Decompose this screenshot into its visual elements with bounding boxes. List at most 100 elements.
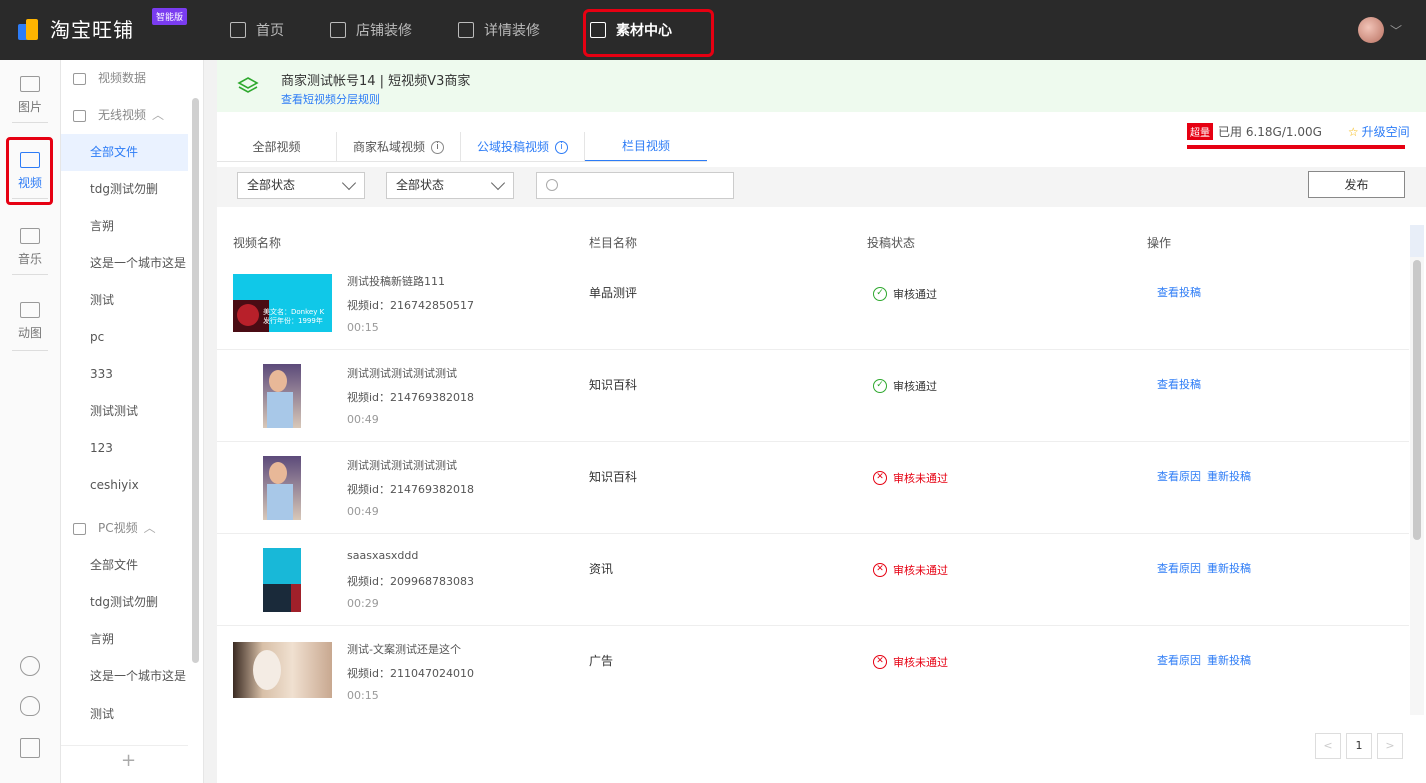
support-icon[interactable]: [20, 696, 40, 716]
check-circle-icon: ✓: [873, 379, 887, 393]
video-title: 测试测试测试测试测试: [347, 367, 457, 380]
storage-usage: 超量 已用 6.18G/1.00G ☆ 升级空间: [1187, 123, 1410, 140]
video-thumbnail[interactable]: [233, 642, 332, 698]
video-duration: 00:49: [347, 413, 379, 426]
video-id: 视频id：216742850517: [347, 299, 475, 312]
tree-item[interactable]: 测试: [61, 696, 188, 733]
info-icon[interactable]: i: [431, 140, 444, 154]
video-thumbnail[interactable]: [263, 364, 301, 428]
tree-item[interactable]: 全部文件: [61, 547, 188, 584]
view-reason-link[interactable]: 查看原因: [1157, 470, 1201, 483]
rail-item-music[interactable]: 音乐: [0, 228, 60, 267]
rail-item-gif[interactable]: 动图: [0, 302, 60, 341]
tree-item[interactable]: ceshiyix: [61, 467, 188, 504]
tree-item[interactable]: 这是一个城市这是: [61, 658, 188, 695]
tree-item[interactable]: pc: [61, 319, 188, 356]
chevron-down-icon[interactable]: ﹀: [1390, 22, 1402, 39]
table-row[interactable]: 测试测试测试测试测试 视频id：214769382018 00:49 知识百科 …: [217, 442, 1409, 534]
divider: [217, 161, 707, 162]
tree-item[interactable]: 123: [61, 430, 188, 467]
view-reason-link[interactable]: 查看原因: [1157, 562, 1201, 575]
tree-item[interactable]: 测试测试: [61, 393, 188, 430]
tree-group-pc[interactable]: PC视频 ︿: [61, 510, 188, 547]
resubmit-link[interactable]: 重新投稿: [1207, 654, 1251, 667]
tree-scrollbar[interactable]: [192, 98, 199, 663]
avatar[interactable]: [1358, 17, 1384, 43]
scrollbar-up[interactable]: [1410, 225, 1424, 257]
tab-label: 全部视频: [252, 140, 301, 154]
header-column-name: 栏目名称: [589, 236, 638, 250]
video-thumbnail[interactable]: [263, 456, 301, 520]
video-duration: 00:15: [347, 321, 379, 334]
rail-highlight-box: [6, 137, 53, 205]
tree-video-data[interactable]: 视频数据: [61, 60, 188, 97]
tab-column-videos[interactable]: 栏目视频: [585, 132, 707, 162]
tree-item[interactable]: 测试: [61, 282, 188, 319]
view-reason-link[interactable]: 查看原因: [1157, 654, 1201, 667]
page-button-current[interactable]: 1: [1346, 733, 1372, 759]
tree-item[interactable]: 言朔: [61, 208, 188, 245]
view-submission-link[interactable]: 查看投稿: [1157, 286, 1201, 299]
status-select-value: 全部状态: [247, 178, 296, 192]
info-icon[interactable]: i: [555, 140, 568, 154]
nav-shop-decoration[interactable]: 店铺装修: [330, 0, 412, 60]
status-text: 审核通过: [893, 288, 937, 301]
tab-public-videos[interactable]: 公域投稿视频 i: [461, 132, 585, 162]
tab-private-videos[interactable]: 商家私域视频 i: [337, 132, 461, 162]
x-circle-icon: ✕: [873, 471, 887, 485]
help-icon[interactable]: [20, 656, 40, 676]
upgrade-storage-link[interactable]: ☆ 升级空间: [1348, 123, 1410, 140]
header-submission-status: 投稿状态: [867, 236, 916, 250]
nav-shop-label: 店铺装修: [356, 23, 412, 39]
account-title: 商家测试帐号14 | 短视频V3商家: [281, 74, 471, 89]
tree-item[interactable]: 言朔: [61, 621, 188, 658]
tree-item[interactable]: 333: [61, 356, 188, 393]
tier-rules-link[interactable]: 查看短视频分层规则: [281, 91, 380, 107]
table-row[interactable]: 测试测试测试测试测试 视频id：214769382018 00:49 知识百科 …: [217, 350, 1409, 442]
status-badge: ✕ 审核未通过: [873, 470, 948, 486]
image-icon: [20, 76, 40, 92]
tree-item[interactable]: tdg测试勿删: [61, 584, 188, 621]
nav-detail-decoration[interactable]: 详情装修: [458, 0, 540, 60]
home-icon: [230, 22, 246, 38]
x-circle-icon: ✕: [873, 563, 887, 577]
chevron-up-icon: ︿: [152, 108, 165, 122]
status-select-1[interactable]: 全部状态: [237, 172, 365, 199]
resubmit-link[interactable]: 重新投稿: [1207, 470, 1251, 483]
video-id: 视频id：214769382018: [347, 391, 475, 404]
video-thumbnail[interactable]: [263, 548, 301, 612]
tab-all-videos[interactable]: 全部视频: [217, 132, 337, 162]
tree-item[interactable]: tdg测试勿删: [61, 171, 188, 208]
tree-item[interactable]: 全部文件: [61, 134, 188, 171]
row-actions: 查看投稿: [1157, 284, 1207, 300]
resubmit-link[interactable]: 重新投稿: [1207, 562, 1251, 575]
table-row[interactable]: 测试-文案测试还是这个 视频id：211047024010 00:15 广告 ✕…: [217, 626, 1409, 718]
video-thumbnail[interactable]: 美文名：Donkey K 发行年份：1999年: [233, 274, 332, 332]
tree-item[interactable]: 这是一个城市这是: [61, 245, 188, 282]
divider: [61, 745, 188, 746]
add-folder-button[interactable]: +: [121, 750, 136, 771]
search-icon: [546, 179, 558, 191]
divider: [12, 274, 48, 275]
nav-home-label: 首页: [256, 23, 284, 39]
view-submission-link[interactable]: 查看投稿: [1157, 378, 1201, 391]
logo[interactable]: 淘宝旺铺 智能版: [16, 8, 188, 43]
prev-page-button[interactable]: <: [1315, 733, 1341, 759]
table-row[interactable]: 美文名：Donkey K 发行年份：1999年 测试投稿新链路111 视频id：…: [217, 258, 1409, 350]
table-row[interactable]: saasxasxddd 视频id：209968783083 00:29 资讯 ✕…: [217, 534, 1409, 626]
status-text: 审核通过: [893, 380, 937, 393]
table-scrollbar-thumb[interactable]: [1413, 260, 1421, 540]
tree-group-label: 无线视频: [98, 108, 147, 122]
edit-icon[interactable]: [20, 738, 40, 758]
publish-button[interactable]: 发布: [1308, 171, 1405, 198]
bar-chart-icon: [73, 72, 86, 85]
edition-badge: 智能版: [152, 8, 188, 25]
shop-icon: [330, 22, 346, 38]
phone-icon: [73, 109, 86, 122]
next-page-button[interactable]: >: [1377, 733, 1403, 759]
status-select-2[interactable]: 全部状态: [386, 172, 514, 199]
nav-home[interactable]: 首页: [230, 0, 284, 60]
search-input[interactable]: [565, 176, 725, 195]
tree-group-wireless[interactable]: 无线视频 ︿: [61, 97, 188, 134]
rail-item-image[interactable]: 图片: [0, 76, 60, 115]
